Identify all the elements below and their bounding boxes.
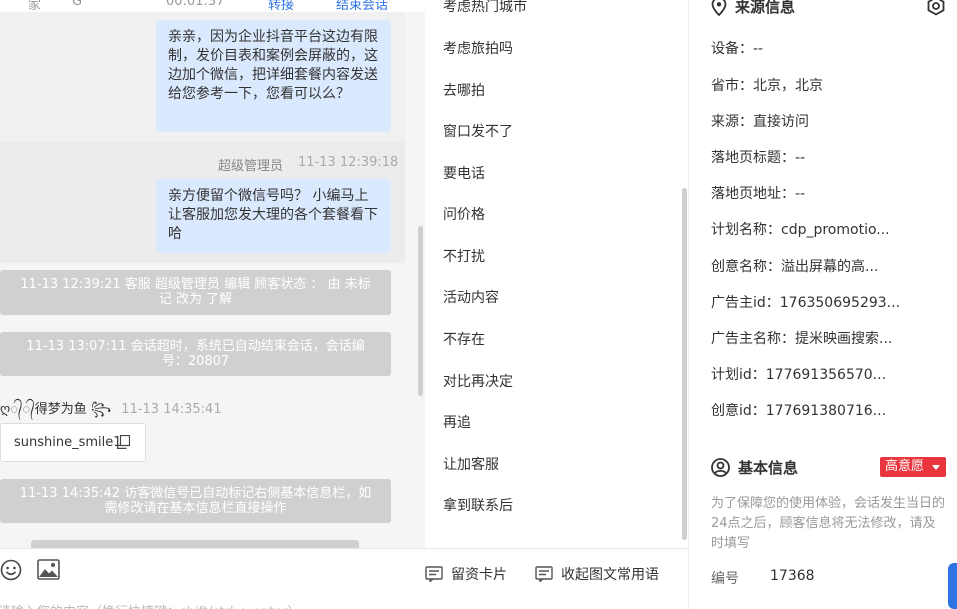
source-info-plan-id: 计划id：177691356570... <box>711 367 887 383</box>
source-info-landing-url: 落地页地址：-- <box>711 186 806 202</box>
source-info-creative-id: 创意id：177691380716... <box>711 403 887 419</box>
source-info-label: 来源信息 <box>735 0 796 16</box>
quick-phrase-item[interactable]: 不打扰 <box>443 246 485 266</box>
visitor-wechat-card[interactable]: sunshine_smile1 <box>0 423 146 462</box>
lead-card-button[interactable]: 留资卡片 <box>425 564 507 584</box>
chat-scrollbar[interactable] <box>418 226 423 396</box>
floating-side-button[interactable] <box>948 563 957 609</box>
quick-phrase-item[interactable]: 窗口发不了 <box>443 121 513 141</box>
message-group: 超级管理员 11-13 12:39:18 亲方便留个微信号吗？ 小编马上让客服加… <box>0 141 405 263</box>
quick-phrase-item[interactable]: 不存在 <box>443 329 485 349</box>
collapse-phrases-button[interactable]: 收起图文常用语 <box>535 564 659 584</box>
message-input-placeholder[interactable]: 请输入您的内容（换行快捷键：shift/ctrl + enter） <box>0 601 301 609</box>
intent-level-value: 高意愿 <box>885 459 925 474</box>
intent-level-dropdown[interactable]: 高意愿 <box>880 457 946 477</box>
quick-phrase-item[interactable]: 问价格 <box>443 204 485 224</box>
chat-panel: 家 G 00:01:37 转接 结束会话 亲亲，因为企业抖音平台这边有限制，发价… <box>0 0 425 548</box>
customer-number-label: 编号 <box>711 571 739 587</box>
basic-info-title: 基本信息 <box>711 457 798 478</box>
message-icon <box>535 566 553 583</box>
collapse-phrases-label: 收起图文常用语 <box>561 567 659 583</box>
agent-message-bubble: 亲方便留个微信号吗？ 小编马上让客服加您发大理的各个套餐看下哈 <box>156 179 391 253</box>
customer-number-value: 17368 <box>770 568 815 584</box>
phrase-scrollbar[interactable] <box>682 188 687 540</box>
message-input-area[interactable]: 留资卡片 收起图文常用语 请输入您的内容（换行快捷键：shift/ctrl + … <box>0 548 688 609</box>
quick-phrase-item[interactable]: 拿到联系后 <box>443 495 513 515</box>
system-notice-partial <box>31 540 359 548</box>
wechat-id-text: sunshine_smile1 <box>14 435 122 450</box>
caret-down-icon <box>932 465 940 470</box>
lead-card-label: 留资卡片 <box>451 567 507 583</box>
quick-phrase-item[interactable]: 考虑热门城市 <box>443 0 527 16</box>
edit-deadline-note: 为了保障您的使用体验，会话发生当日的24点之后，顾客信息将无法修改，请及时填写 <box>711 496 946 551</box>
quick-phrase-item[interactable]: 对比再决定 <box>443 371 513 391</box>
header-icon: G <box>72 0 83 9</box>
quick-phrase-item[interactable]: 再追 <box>443 412 471 432</box>
message-group: 亲亲，因为企业抖音平台这边有限制，发价目表和案例会屏蔽的，这边加个微信，把详细套… <box>0 12 405 140</box>
source-info-plan-name: 计划名称：cdp_promotio... <box>711 222 890 238</box>
user-circle-icon <box>711 458 730 477</box>
source-info-city: 省市：北京，北京 <box>711 78 823 94</box>
app-root: 家 G 00:01:37 转接 结束会话 亲亲，因为企业抖音平台这边有限制，发价… <box>0 0 957 609</box>
copy-icon[interactable] <box>117 435 130 449</box>
location-pin-icon <box>711 0 727 17</box>
emoji-icon[interactable] <box>0 559 22 581</box>
customer-info-panel: 来源信息 设备：-- 省市：北京，北京 来源：直接访问 落地页标题：-- 落地页… <box>689 0 957 609</box>
chat-header: 家 G 00:01:37 转接 结束会话 <box>0 0 425 13</box>
source-info-advertiser-name: 广告主名称：提米映画搜索... <box>711 331 893 347</box>
image-icon[interactable] <box>37 559 60 580</box>
system-notice: 11-13 14:35:42 访客微信号已自动标记右侧基本信息栏，如需修改请在基… <box>0 479 391 523</box>
message-time: 11-13 12:39:18 <box>298 155 399 170</box>
system-notice: 11-13 12:39:21 客服 超级管理员 编辑 顾客状态 ： 由 未标记 … <box>0 270 391 315</box>
quick-phrase-panel: 考虑热门城市 考虑旅拍吗 去哪拍 窗口发不了 要电话 问价格 不打扰 活动内容 … <box>425 0 688 548</box>
quick-phrase-item[interactable]: 让加客服 <box>443 454 499 474</box>
visitor-message-meta: ღ᭄᭄得梦为鱼 ꧂ 11-13 14:35:41 <box>0 398 222 425</box>
source-info-device: 设备：-- <box>711 41 764 57</box>
system-notice: 11-13 13:07:11 会话超时，系统已自动结束会话，会话编号：20807 <box>0 332 391 376</box>
agent-message-bubble: 亲亲，因为企业抖音平台这边有限制，发价目表和案例会屏蔽的，这边加个微信，把详细套… <box>156 20 391 132</box>
visitor-message-time: 11-13 14:35:41 <box>121 402 222 417</box>
source-info-creative-name: 创意名称：溢出屏幕的高... <box>711 259 879 275</box>
sender-name: 超级管理员 <box>218 159 284 174</box>
card-icon <box>425 566 443 583</box>
quick-phrase-item[interactable]: 去哪拍 <box>443 80 485 100</box>
source-info-advertiser-id: 广告主id：176350695293... <box>711 295 901 311</box>
basic-info-label: 基本信息 <box>738 459 799 477</box>
session-duration: 00:01:37 <box>166 0 225 9</box>
quick-phrase-item[interactable]: 活动内容 <box>443 287 499 307</box>
source-info-title: 来源信息 <box>711 0 795 17</box>
source-info-landing-title: 落地页标题：-- <box>711 150 806 166</box>
quick-phrase-item[interactable]: 考虑旅拍吗 <box>443 38 513 58</box>
source-info-source: 来源：直接访问 <box>711 114 809 130</box>
visitor-name: ღ᭄᭄得梦为鱼 ꧂ <box>0 402 112 417</box>
settings-hex-icon[interactable] <box>926 0 946 16</box>
quick-phrase-item[interactable]: 要电话 <box>443 163 485 183</box>
